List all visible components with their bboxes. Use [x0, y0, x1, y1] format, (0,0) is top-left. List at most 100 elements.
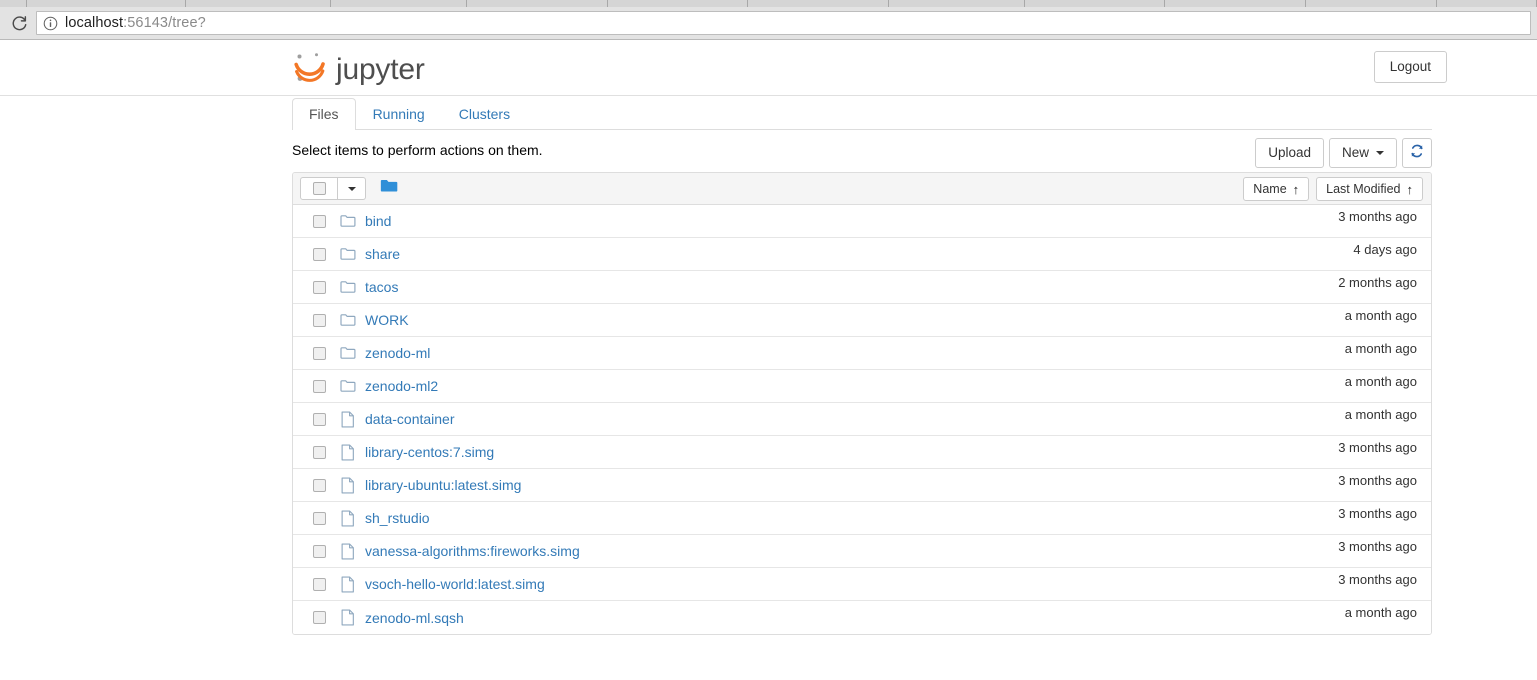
browser-tab[interactable] — [607, 0, 749, 7]
reload-icon[interactable] — [4, 10, 34, 36]
browser-tab[interactable] — [1305, 0, 1438, 7]
browser-tab[interactable] — [185, 0, 332, 7]
file-row[interactable]: bind 3 months ago — [293, 205, 1431, 238]
file-name-link[interactable]: vsoch-hello-world:latest.simg — [365, 576, 545, 592]
sort-modified-label: Last Modified — [1326, 182, 1401, 196]
file-row[interactable]: share 4 days ago — [293, 238, 1431, 271]
breadcrumb[interactable] — [380, 178, 399, 199]
refresh-button[interactable] — [1402, 138, 1432, 168]
file-name-link[interactable]: bind — [365, 213, 391, 229]
browser-chrome: localhost:56143/tree? — [0, 0, 1537, 40]
chevron-down-icon — [1376, 150, 1384, 155]
browser-tab[interactable] — [331, 0, 468, 7]
row-checkbox[interactable] — [313, 346, 326, 360]
tab-clusters[interactable]: Clusters — [442, 98, 527, 130]
select-all-checkbox[interactable] — [300, 177, 338, 200]
file-name-link[interactable]: share — [365, 246, 400, 262]
arrow-up-icon: ↑ — [1406, 181, 1414, 197]
file-modified-time: a month ago — [1344, 407, 1417, 422]
jupyter-brand[interactable]: jupyter — [292, 48, 425, 91]
row-checkbox[interactable] — [313, 412, 326, 426]
row-checkbox[interactable] — [313, 544, 326, 558]
url-path: :56143/tree? — [123, 15, 206, 31]
info-circle-icon[interactable] — [43, 16, 58, 31]
sort-name-label: Name — [1253, 182, 1287, 196]
folder-icon — [340, 213, 356, 230]
url-bar[interactable]: localhost:56143/tree? — [36, 11, 1531, 35]
file-name-link[interactable]: WORK — [365, 312, 409, 328]
file-row[interactable]: vanessa-algorithms:fireworks.simg 3 month… — [293, 535, 1431, 568]
file-row[interactable]: vsoch-hello-world:latest.simg 3 months ag… — [293, 568, 1431, 601]
file-row[interactable]: library-centos:7.simg 3 months ago — [293, 436, 1431, 469]
file-modified-time: 3 months ago — [1338, 440, 1417, 455]
tab-running[interactable]: Running — [356, 98, 442, 130]
folder-icon — [340, 378, 356, 395]
file-modified-time: 3 months ago — [1338, 572, 1417, 587]
file-row[interactable]: WORK a month ago — [293, 304, 1431, 337]
action-buttons-group: Upload New — [1255, 138, 1432, 168]
browser-tab[interactable] — [0, 0, 28, 7]
sort-by-modified-button[interactable]: Last Modified ↑ — [1316, 177, 1423, 202]
select-options-dropdown[interactable] — [338, 177, 366, 200]
row-checkbox[interactable] — [313, 445, 326, 459]
file-icon — [340, 443, 356, 461]
row-checkbox[interactable] — [313, 511, 326, 525]
row-checkbox[interactable] — [313, 611, 326, 624]
sort-by-name-button[interactable]: Name ↑ — [1243, 177, 1310, 202]
jupyter-logo-icon — [292, 48, 328, 91]
browser-tab[interactable] — [27, 0, 186, 7]
folder-filled-icon — [380, 178, 399, 199]
file-icon — [340, 509, 356, 527]
row-checkbox[interactable] — [313, 478, 326, 492]
file-modified-time: a month ago — [1344, 374, 1417, 389]
browser-tab[interactable] — [1437, 0, 1537, 7]
new-button[interactable]: New — [1328, 138, 1397, 168]
file-name-link[interactable]: library-centos:7.simg — [365, 444, 494, 460]
row-checkbox[interactable] — [313, 280, 326, 294]
row-checkbox[interactable] — [313, 577, 326, 591]
browser-tab[interactable] — [467, 0, 608, 7]
browser-tab[interactable] — [1165, 0, 1306, 7]
file-icon — [340, 410, 356, 428]
file-name-link[interactable]: vanessa-algorithms:fireworks.simg — [365, 543, 580, 559]
file-name-link[interactable]: library-ubuntu:latest.simg — [365, 477, 521, 493]
browser-tab[interactable] — [748, 0, 889, 7]
row-checkbox[interactable] — [313, 214, 326, 228]
file-name-link[interactable]: sh_rstudio — [365, 510, 430, 526]
file-icon — [340, 609, 356, 626]
file-name-link[interactable]: tacos — [365, 279, 398, 295]
file-name-link[interactable]: data-container — [365, 411, 455, 427]
browser-tab[interactable] — [888, 0, 1025, 7]
file-icon — [340, 476, 356, 494]
row-checkbox[interactable] — [313, 313, 326, 327]
checkbox-icon — [312, 182, 326, 195]
file-name-link[interactable]: zenodo-ml — [365, 345, 430, 361]
file-name-link[interactable]: zenodo-ml.sqsh — [365, 610, 464, 626]
jupyter-header: jupyter Logout — [0, 40, 1537, 96]
file-modified-time: 4 days ago — [1353, 242, 1417, 257]
row-checkbox[interactable] — [313, 379, 326, 393]
file-row[interactable]: zenodo-ml.sqsh a month ago — [293, 601, 1431, 634]
file-row[interactable]: zenodo-ml2 a month ago — [293, 370, 1431, 403]
browser-tab[interactable] — [1024, 0, 1166, 7]
file-row[interactable]: sh_rstudio 3 months ago — [293, 502, 1431, 535]
tab-files[interactable]: Files — [292, 98, 356, 130]
upload-button[interactable]: Upload — [1255, 138, 1324, 168]
file-name-link[interactable]: zenodo-ml2 — [365, 378, 438, 394]
browser-nav-bar: localhost:56143/tree? — [0, 7, 1537, 40]
folder-icon — [340, 246, 356, 263]
file-list-toolbar: Name ↑ Last Modified ↑ — [293, 173, 1431, 205]
row-checkbox[interactable] — [313, 247, 326, 261]
logout-button[interactable]: Logout — [1373, 51, 1447, 83]
file-modified-time: a month ago — [1344, 308, 1417, 323]
jupyter-brand-text: jupyter — [336, 52, 425, 86]
file-row[interactable]: data-container a month ago — [293, 403, 1431, 436]
file-row[interactable]: tacos 2 months ago — [293, 271, 1431, 304]
refresh-icon — [1410, 144, 1424, 163]
file-list-panel: Name ↑ Last Modified ↑ bind 3 months ago s… — [292, 172, 1432, 635]
file-modified-time: 3 months ago — [1338, 539, 1417, 554]
action-row: Select items to perform actions on them.… — [292, 138, 1432, 168]
file-row[interactable]: library-ubuntu:latest.simg 3 months ago — [293, 469, 1431, 502]
file-row[interactable]: zenodo-ml a month ago — [293, 337, 1431, 370]
new-button-label: New — [1341, 145, 1369, 160]
